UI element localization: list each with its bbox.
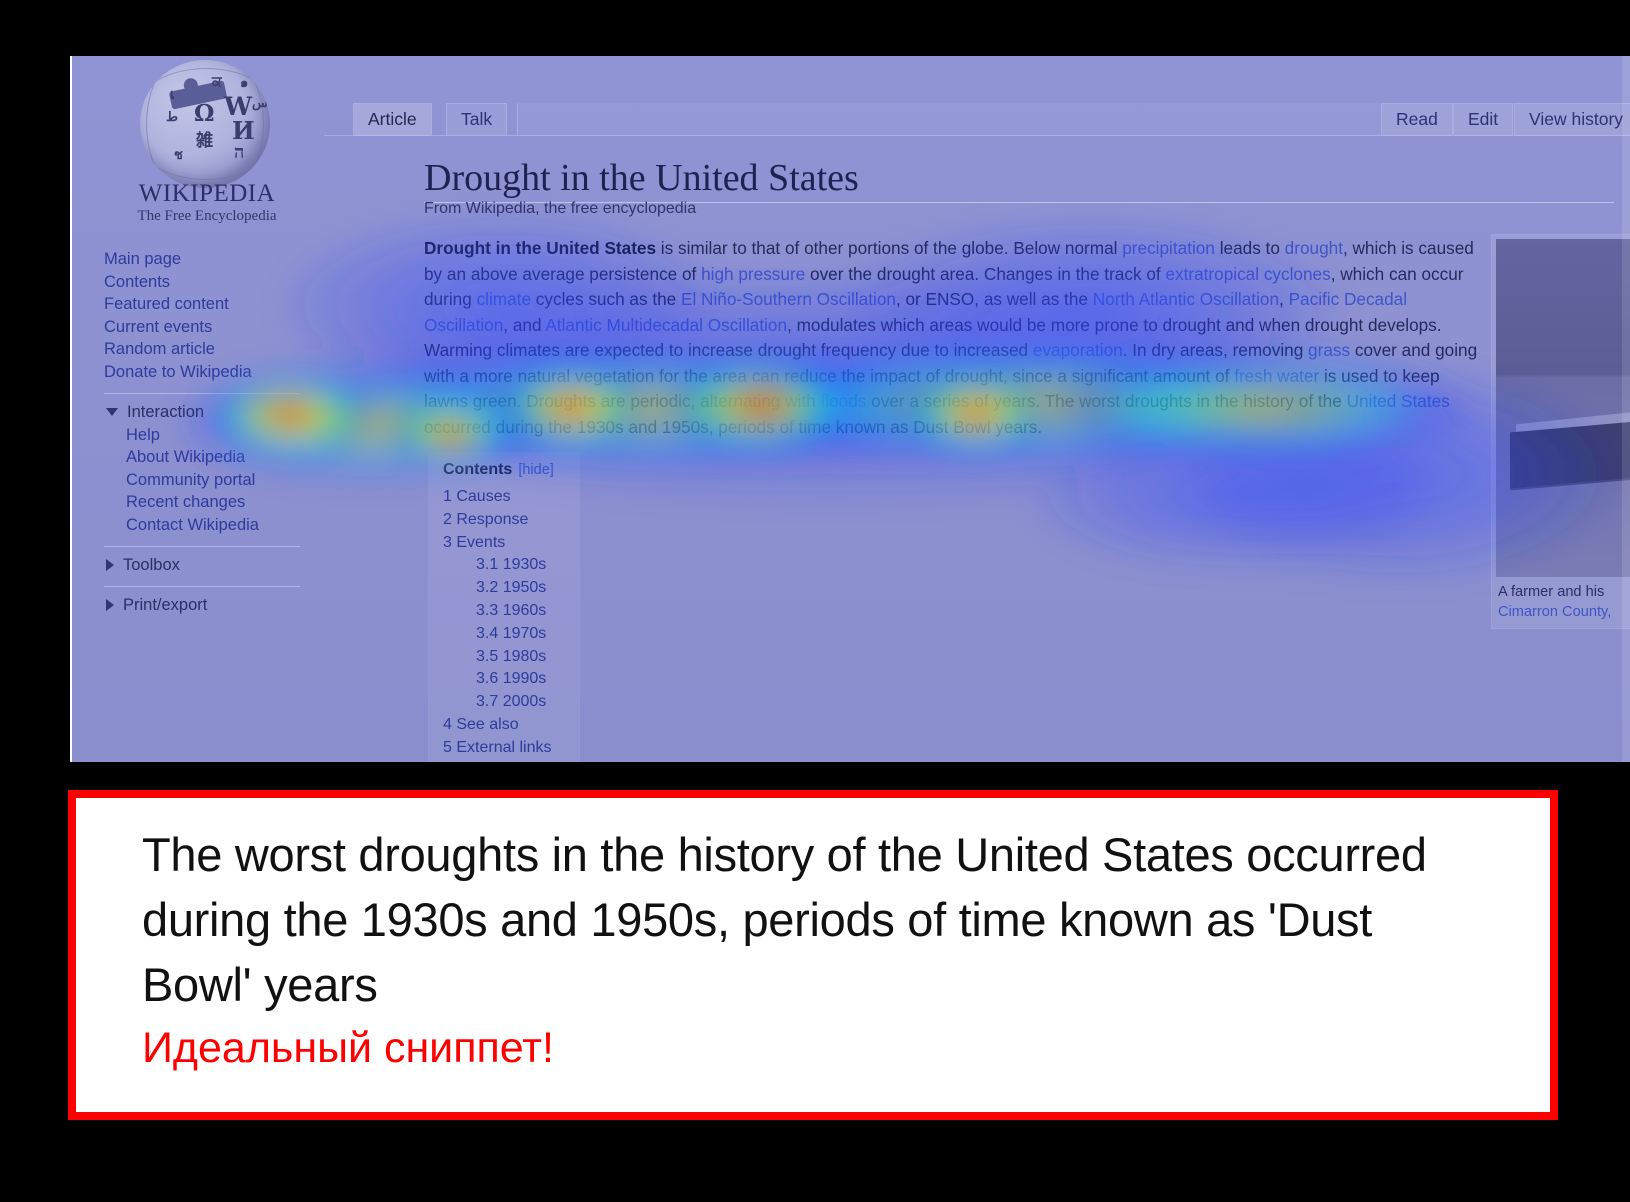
snippet-verdict: Идеальный сниппет!	[142, 1024, 554, 1072]
wikipedia-content: Article Talk Read Edit View history Drou…	[324, 56, 1630, 762]
toc-hide-link[interactable]: [hide]	[518, 462, 553, 478]
sidebar-section-interaction[interactable]: Interaction	[104, 400, 324, 424]
toc-item[interactable]: 3.4 1970s	[443, 623, 569, 646]
sidebar-item-help[interactable]: Help	[126, 424, 324, 447]
page-right-edge	[1622, 56, 1630, 762]
sidebar-divider	[104, 392, 300, 394]
wikipedia-sidebar: Ω W И 雑 ה เ ਕ ๑ ط ช س WIKIPEDIA The Free…	[78, 56, 324, 762]
thumbnail-caption: A farmer and his Cimarron County,	[1496, 577, 1630, 624]
sidebar-item-community-portal[interactable]: Community portal	[126, 469, 324, 492]
chevron-right-icon	[106, 558, 114, 571]
sidebar-item-about-wikipedia[interactable]: About Wikipedia	[126, 446, 324, 469]
poster-root: Ω W И 雑 ה เ ਕ ๑ ط ช س WIKIPEDIA The Free…	[0, 0, 1630, 1202]
sidebar-item-contact-wikipedia[interactable]: Contact Wikipedia	[126, 514, 324, 537]
sidebar-navigation: Main page Contents Featured content Curr…	[104, 248, 324, 617]
toc-heading: Contents [hide]	[443, 461, 569, 479]
chevron-down-icon	[106, 407, 118, 416]
tab-view-history[interactable]: View history	[1514, 103, 1630, 136]
wikipedia-globe-icon: Ω W И 雑 ה เ ਕ ๑ ط ช س	[140, 60, 270, 188]
page-title: Drought in the United States	[424, 157, 859, 199]
tab-talk[interactable]: Talk	[446, 103, 508, 136]
toc-item[interactable]: 3 Events	[443, 532, 569, 555]
article-lead-paragraph: Drought in the United States is similar …	[424, 238, 1478, 437]
sidebar-item-current-events[interactable]: Current events	[104, 316, 324, 339]
wikipedia-wordmark: WIKIPEDIA	[138, 180, 276, 207]
tab-read[interactable]: Read	[1381, 103, 1453, 136]
article-thumbnail[interactable]: A farmer and his Cimarron County,	[1491, 234, 1630, 629]
thumbnail-caption-line1: A farmer and his	[1498, 584, 1605, 600]
table-of-contents: Contents [hide] 1 Causes 2 Response 3 Eve…	[428, 452, 580, 762]
toc-heading-label: Contents	[443, 461, 513, 478]
toc-item[interactable]: 1 Causes	[443, 486, 569, 509]
wikipedia-tagline: The Free Encyclopedia	[137, 208, 277, 224]
snippet-callout-card: The worst droughts in the history of the…	[68, 790, 1558, 1120]
toc-item[interactable]: 2 Response	[443, 509, 569, 532]
chevron-right-icon	[106, 598, 114, 611]
sidebar-item-featured-content[interactable]: Featured content	[104, 293, 324, 316]
toc-item[interactable]: 3.6 1990s	[443, 668, 569, 691]
wikipedia-screenshot: Ω W И 雑 ה เ ਕ ๑ ط ช س WIKIPEDIA The Free…	[70, 56, 1630, 762]
toc-item[interactable]: 3.3 1960s	[443, 600, 569, 623]
page-tab-bar: Article Talk Read Edit View history	[324, 103, 1630, 136]
sidebar-item-random-article[interactable]: Random article	[104, 338, 324, 361]
sidebar-section-label: Toolbox	[123, 555, 180, 574]
sidebar-subnav-interaction: Help About Wikipedia Community portal Re…	[104, 424, 324, 537]
sidebar-section-label: Interaction	[127, 402, 205, 421]
toc-item[interactable]: 3.2 1950s	[443, 577, 569, 600]
sidebar-section-print-export[interactable]: Print/export	[104, 593, 324, 617]
wikipedia-logo[interactable]: Ω W И 雑 ה เ ਕ ๑ ط ช س WIKIPEDIA The Free…	[114, 60, 294, 224]
sidebar-item-recent-changes[interactable]: Recent changes	[126, 491, 324, 514]
toc-item[interactable]: 3.1 1930s	[443, 554, 569, 577]
sidebar-section-toolbox[interactable]: Toolbox	[104, 553, 324, 577]
sidebar-section-label: Print/export	[123, 595, 208, 614]
sidebar-divider	[104, 585, 300, 587]
toc-item[interactable]: 5 External links	[443, 737, 569, 760]
toc-item[interactable]: 4 See also	[443, 714, 569, 737]
sidebar-item-contents[interactable]: Contents	[104, 271, 324, 294]
sidebar-divider	[104, 545, 300, 547]
sidebar-item-main-page[interactable]: Main page	[104, 248, 324, 271]
sidebar-item-donate[interactable]: Donate to Wikipedia	[104, 361, 324, 384]
thumbnail-caption-line2: Cimarron County,	[1498, 604, 1612, 620]
snippet-text: The worst droughts in the history of the…	[142, 828, 1427, 1011]
tab-edit[interactable]: Edit	[1453, 103, 1514, 136]
dust-bowl-photo	[1496, 239, 1630, 577]
toc-item[interactable]: 3.7 2000s	[443, 691, 569, 714]
toc-list: 1 Causes 2 Response 3 Events 3.1 1930s 3…	[443, 486, 569, 760]
toc-item[interactable]: 3.5 1980s	[443, 646, 569, 669]
tab-article[interactable]: Article	[353, 103, 432, 136]
page-subtitle: From Wikipedia, the free encyclopedia	[424, 200, 697, 217]
